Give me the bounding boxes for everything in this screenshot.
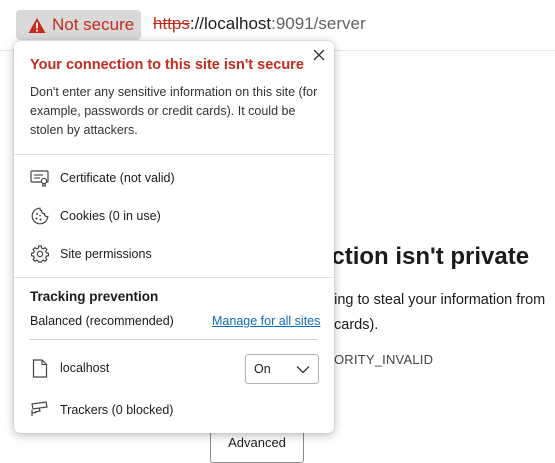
site-permissions-label: Site permissions bbox=[60, 247, 152, 261]
close-icon bbox=[313, 49, 325, 61]
error-heading: ection isn't private bbox=[318, 243, 530, 270]
select-value: On bbox=[254, 362, 271, 376]
divider bbox=[14, 154, 334, 155]
divider bbox=[14, 277, 334, 278]
security-indicator-button[interactable]: Not secure bbox=[16, 10, 141, 40]
url-text[interactable]: https://localhost:9091/server bbox=[153, 14, 366, 34]
cookie-icon bbox=[30, 206, 50, 226]
flyout-title: Your connection to this site isn't secur… bbox=[30, 57, 304, 73]
gear-icon bbox=[30, 244, 50, 264]
error-description-line1: trying to steal your information from bbox=[318, 292, 546, 308]
trackers-label: Trackers (0 blocked) bbox=[60, 403, 174, 417]
certificate-item[interactable]: Certificate (not valid) bbox=[14, 161, 334, 195]
url-host: ://localhost bbox=[189, 14, 272, 33]
url-path: :9091/server bbox=[271, 14, 366, 33]
certificate-icon bbox=[30, 168, 50, 188]
tracking-prevention-level: Balanced (recommended) bbox=[30, 314, 174, 328]
site-name: localhost bbox=[60, 361, 110, 375]
tracking-prevention-title: Tracking prevention bbox=[30, 289, 159, 304]
manage-for-all-sites-link[interactable]: Manage for all sites bbox=[212, 314, 320, 328]
error-code: ORITY_INVALID bbox=[334, 352, 434, 367]
certificate-label: Certificate (not valid) bbox=[60, 171, 175, 185]
tracker-camera-icon bbox=[30, 400, 50, 420]
cookies-label: Cookies (0 in use) bbox=[60, 209, 161, 223]
security-label: Not secure bbox=[52, 15, 135, 34]
site-permissions-item[interactable]: Site permissions bbox=[14, 237, 334, 271]
advanced-button[interactable]: Advanced bbox=[210, 431, 304, 463]
chevron-down-icon bbox=[296, 366, 310, 374]
trackers-item[interactable]: Trackers (0 blocked) bbox=[14, 393, 334, 427]
warning-icon bbox=[28, 16, 46, 34]
url-scheme: https bbox=[153, 14, 190, 33]
site-info-flyout: Your connection to this site isn't secur… bbox=[14, 41, 334, 433]
close-button[interactable] bbox=[310, 46, 328, 64]
divider bbox=[30, 339, 318, 340]
cookies-item[interactable]: Cookies (0 in use) bbox=[14, 199, 334, 233]
error-description-line2: cards). bbox=[334, 317, 379, 333]
tracking-toggle-select[interactable]: On bbox=[245, 354, 319, 384]
document-icon bbox=[30, 358, 50, 378]
flyout-description: Don't enter any sensitive information on… bbox=[30, 85, 318, 137]
